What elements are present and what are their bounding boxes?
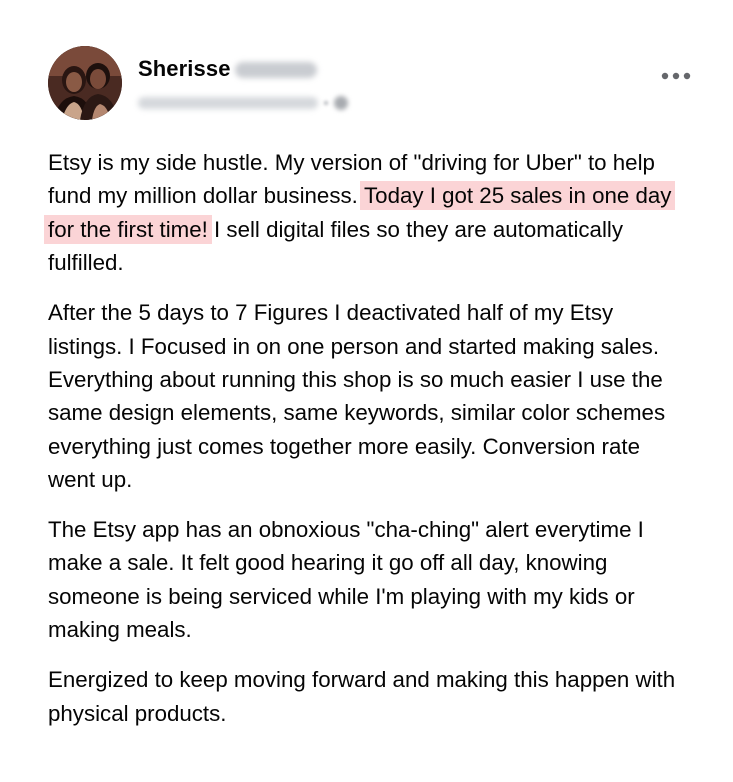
paragraph-3: The Etsy app has an obnoxious "cha-ching… <box>48 517 644 643</box>
author-avatar[interactable] <box>48 46 122 120</box>
paragraph-4: Energized to keep moving forward and mak… <box>48 667 676 726</box>
paragraph-2: After the 5 days to 7 Figures I deactiva… <box>48 300 666 493</box>
author-surname-blurred <box>234 62 317 78</box>
more-options-button[interactable] <box>656 72 696 96</box>
paragraph-1: Etsy is my side hustle. My version of "d… <box>44 146 688 280</box>
post-timestamp-blurred[interactable] <box>138 96 318 109</box>
author-name[interactable]: Sherisse <box>138 56 231 82</box>
privacy-icon <box>334 95 348 110</box>
author-block: Sherisse <box>138 56 348 112</box>
avatar-photo <box>48 46 122 120</box>
post-body: Etsy is my side hustle. My version of "d… <box>44 146 688 747</box>
post-header: Sherisse <box>48 46 691 122</box>
more-horizontal-icon <box>661 72 691 80</box>
post-meta <box>138 94 348 112</box>
post-card: Sherisse Etsy is my side hustle. My vers… <box>0 0 733 782</box>
meta-separator <box>324 100 328 105</box>
